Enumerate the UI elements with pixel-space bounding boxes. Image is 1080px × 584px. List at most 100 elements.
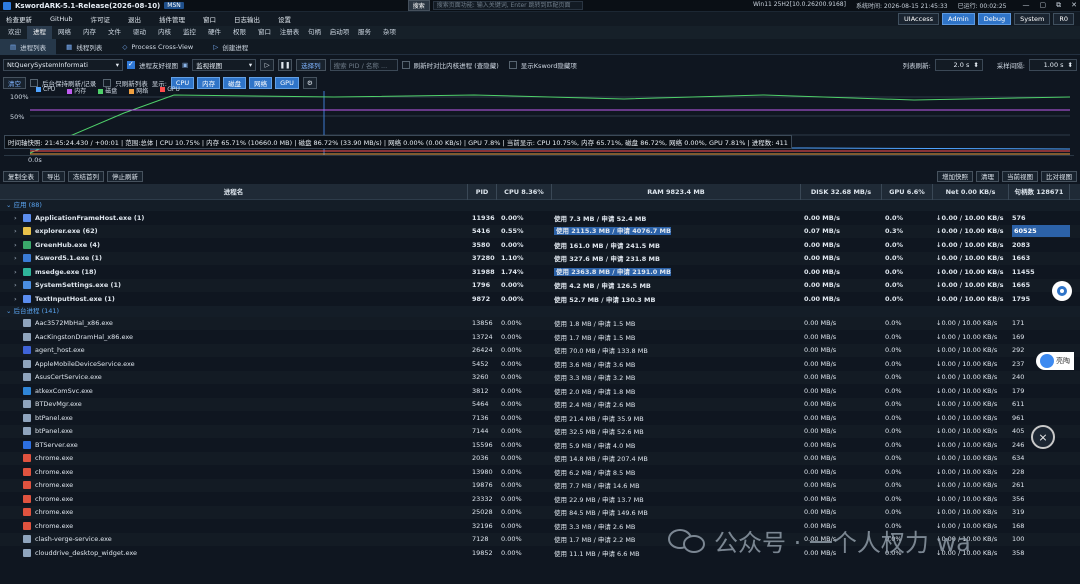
table-tool-button[interactable]: 增加快照 xyxy=(937,170,973,182)
column-header[interactable]: CPU 8.36% xyxy=(497,183,552,200)
table-row[interactable]: BTDevMgr.exe 5464 0.00% 使用 2.4 MB / 申请 2.6 … xyxy=(0,397,1080,411)
list-refresh-spinner[interactable]: 2.0 s ⬍ xyxy=(934,58,983,71)
tab-10[interactable]: 窗口 xyxy=(252,26,277,39)
tab-0[interactable]: 欢迎 xyxy=(2,26,27,39)
minimize-icon[interactable]: — xyxy=(1023,1,1030,10)
metric-toggle-button[interactable]: 内存 xyxy=(197,76,221,89)
menu-item[interactable]: 日志输出 xyxy=(234,14,260,24)
table-row[interactable]: atkexComSvc.exe 3812 0.00% 使用 2.0 MB / 申请 1… xyxy=(0,384,1080,398)
table-row[interactable]: › msedge.exe (18) 31988 1.74% 使用 2363.8 MB /… xyxy=(0,265,1080,279)
tab-13[interactable]: 启动项 xyxy=(327,26,352,39)
tab-7[interactable]: 监控 xyxy=(177,26,202,39)
chevron-right-icon[interactable]: › xyxy=(14,281,19,289)
play-button[interactable]: ▷ xyxy=(260,58,275,71)
kernel-compare-checkbox[interactable] xyxy=(401,60,410,69)
side-float-tab[interactable]: 亮陶 xyxy=(1036,352,1074,370)
pause-button[interactable]: ❚❚ xyxy=(278,58,293,71)
subtab-3[interactable]: ▷ 创建进程 xyxy=(203,39,258,55)
table-row[interactable]: chrome.exe 25028 0.00% 使用 84.5 MB / 申请 149.… xyxy=(0,505,1080,519)
tab-15[interactable]: 杂项 xyxy=(377,26,402,39)
chevron-right-icon[interactable]: › xyxy=(14,241,19,249)
sample-interval-spinner[interactable]: 1.00 s ⬍ xyxy=(1029,58,1077,71)
show-hidden-checkbox[interactable] xyxy=(508,60,517,69)
privilege-badge[interactable]: UIAccess xyxy=(898,13,939,25)
menu-item[interactable]: 插件管理 xyxy=(159,14,185,24)
column-header[interactable]: PID xyxy=(468,183,497,200)
subtab-1[interactable]: ▦ 线程列表 xyxy=(56,39,112,55)
menu-item[interactable]: 设置 xyxy=(278,14,291,24)
metric-toggle-button[interactable]: GPU xyxy=(275,76,299,89)
table-tool-button[interactable]: 复制全表 xyxy=(3,170,39,182)
table-row[interactable]: BTServer.exe 15596 0.00% 使用 5.9 MB / 申请 4.0… xyxy=(0,438,1080,452)
privilege-badge[interactable]: Admin xyxy=(941,13,975,25)
process-search-input[interactable]: 搜索 PID / 名称 ... xyxy=(329,58,398,71)
table-tool-button[interactable]: 当前视图 xyxy=(1002,170,1038,182)
table-row[interactable]: AsusCertService.exe 3260 0.00% 使用 3.3 MB / … xyxy=(0,370,1080,384)
tab-6[interactable]: 内核 xyxy=(152,26,177,39)
tab-2[interactable]: 网络 xyxy=(52,26,77,39)
friendly-view-checkbox[interactable] xyxy=(127,60,135,69)
subtab-0[interactable]: ▤ 进程列表 xyxy=(0,38,57,55)
table-row[interactable]: › Ksword5.1.exe (1) 37280 1.10% 使用 327.6 MB … xyxy=(0,251,1080,265)
menu-item[interactable]: 退出 xyxy=(128,14,141,24)
table-row[interactable]: › GreenHub.exe (4) 3580 0.00% 使用 161.0 MB / … xyxy=(0,238,1080,252)
title-badge[interactable]: MSN xyxy=(164,2,184,9)
privilege-badge[interactable]: Debug xyxy=(977,13,1012,25)
table-tool-button[interactable]: 清理 xyxy=(976,170,999,182)
table-row[interactable]: › TextInputHost.exe (1) 9872 0.00% 使用 52.7 M… xyxy=(0,292,1080,306)
privilege-badge[interactable]: System xyxy=(1014,13,1051,25)
tab-5[interactable]: 驱动 xyxy=(127,26,152,39)
table-row[interactable]: › ApplicationFrameHost.exe (1) 11936 0.00% 使… xyxy=(0,211,1080,225)
tab-12[interactable]: 句柄 xyxy=(302,26,327,39)
menu-item[interactable]: 检查更新 xyxy=(6,14,32,24)
table-tool-button[interactable]: 停止刷新 xyxy=(107,170,143,182)
tab-1[interactable]: 进程 xyxy=(27,26,52,39)
table-row[interactable]: › explorer.exe (62) 5416 0.55% 使用 2115.3 MB … xyxy=(0,224,1080,238)
chevron-right-icon[interactable]: › xyxy=(14,227,19,235)
select-columns-button[interactable]: 选择列 xyxy=(296,58,326,71)
group-header[interactable]: ⌄ 应用 (88) xyxy=(0,200,1080,211)
table-row[interactable]: chrome.exe 23332 0.00% 使用 22.9 MB / 申请 13.7… xyxy=(0,492,1080,506)
clear-button[interactable]: 清空 xyxy=(3,76,26,89)
table-tool-button[interactable]: 冻结首列 xyxy=(68,170,104,182)
column-header[interactable]: RAM 9823.4 MB xyxy=(552,183,801,200)
subtab-2[interactable]: ◇ Process Cross-View xyxy=(112,39,203,55)
column-header[interactable]: 句柄数 128671 xyxy=(1009,183,1070,200)
chevron-right-icon[interactable]: › xyxy=(14,254,19,262)
performance-graph[interactable]: 100% 50% CPU 内存 磁盘 网络 GPU 时间轴快照: 21:45:24.43… xyxy=(4,86,1074,164)
table-row[interactable]: AacKingstonDramHal_x86.exe 13724 0.00% 使用 1… xyxy=(0,330,1080,344)
group-header[interactable]: ⌄ 后台进程 (141) xyxy=(0,305,1080,317)
table-row[interactable]: btPanel.exe 7136 0.00% 使用 21.4 MB / 申请 35.9… xyxy=(0,411,1080,425)
tab-4[interactable]: 文件 xyxy=(102,26,127,39)
tool-float-button[interactable]: ⨯ xyxy=(1031,425,1055,449)
metric-toggle-button[interactable]: 网络 xyxy=(249,76,273,89)
column-header[interactable]: DISK 32.68 MB/s xyxy=(801,183,882,200)
chevron-right-icon[interactable]: › xyxy=(14,295,19,303)
tab-14[interactable]: 服务 xyxy=(352,26,377,39)
tab-8[interactable]: 硬件 xyxy=(202,26,227,39)
table-row[interactable]: agent_host.exe 26424 0.00% 使用 70.0 MB / 申请 … xyxy=(0,343,1080,357)
menu-item[interactable]: 窗口 xyxy=(203,14,216,24)
column-header[interactable]: GPU 6.6% xyxy=(882,183,933,200)
restore-icon[interactable]: ▢ xyxy=(1040,1,1047,10)
tab-11[interactable]: 注册表 xyxy=(277,26,302,39)
table-row[interactable]: chrome.exe 13980 0.00% 使用 6.2 MB / 申请 8.5 M… xyxy=(0,465,1080,479)
assistant-float-button[interactable] xyxy=(1052,281,1072,301)
settings-icon[interactable]: ⚙ xyxy=(302,76,317,89)
view-mode-select[interactable]: 监视视图 ▾ xyxy=(192,58,257,71)
maximize-icon[interactable]: ⧉ xyxy=(1056,1,1061,10)
table-row[interactable]: › SystemSettings.exe (1) 1796 0.00% 使用 4.2 M… xyxy=(0,278,1080,292)
search-label-button[interactable]: 搜索 xyxy=(407,0,430,11)
table-row[interactable]: btPanel.exe 7144 0.00% 使用 32.5 MB / 申请 52.6… xyxy=(0,424,1080,438)
chevron-right-icon[interactable]: › xyxy=(14,268,19,276)
menu-item[interactable]: GitHub xyxy=(50,15,73,23)
table-row[interactable]: chrome.exe 19876 0.00% 使用 7.7 MB / 申请 14.6 … xyxy=(0,478,1080,492)
column-header[interactable]: Net 0.00 KB/s xyxy=(933,183,1009,200)
global-search-input[interactable]: 搜索页面功能: 输入关键词, Enter 跳转到匹配页面 xyxy=(432,1,583,10)
table-tool-button[interactable]: 比对视图 xyxy=(1041,170,1077,182)
tab-3[interactable]: 内存 xyxy=(77,26,102,39)
table-row[interactable]: AppleMobileDeviceService.exe 5452 0.00% 使用 … xyxy=(0,357,1080,371)
tab-9[interactable]: 权限 xyxy=(227,26,252,39)
table-tool-button[interactable]: 导出 xyxy=(42,170,65,182)
chevron-right-icon[interactable]: › xyxy=(14,214,19,222)
